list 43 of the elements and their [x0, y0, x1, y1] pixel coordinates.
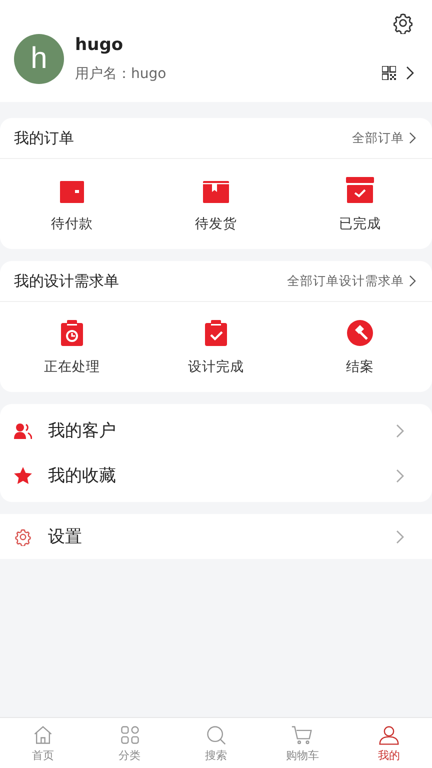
star-icon	[14, 467, 32, 484]
status-label[interactable]: 待付款	[51, 215, 93, 233]
clipboard-check-icon[interactable]	[205, 320, 227, 346]
tab-item[interactable]: 分类	[86, 718, 173, 768]
box-icon[interactable]	[203, 181, 229, 203]
tab-item[interactable]: 搜索	[172, 718, 260, 768]
chevron-right-icon	[409, 132, 416, 144]
menu-item[interactable]: 我的客户	[0, 408, 432, 453]
gavel-icon[interactable]	[347, 320, 373, 346]
status-label[interactable]: 正在处理	[44, 358, 100, 376]
home-icon	[32, 724, 54, 746]
tab-item[interactable]: 首页	[0, 718, 86, 768]
qr-code-icon[interactable]	[382, 66, 396, 80]
clipboard-clock-icon[interactable]	[61, 320, 83, 346]
chevron-right-icon	[396, 468, 404, 482]
chevron-right-icon	[409, 275, 416, 287]
view-all-link[interactable]: 全部订单设计需求单	[287, 272, 416, 290]
search-icon	[205, 724, 228, 746]
tab-item[interactable]: 购物车	[259, 718, 346, 768]
user-name: hugo	[75, 35, 124, 55]
chevron-right-icon[interactable]	[406, 66, 414, 80]
menu-item[interactable]: 我的收藏	[0, 453, 432, 498]
settings-item[interactable]: 设置	[0, 514, 432, 559]
wallet-icon[interactable]	[60, 181, 84, 203]
users-icon	[14, 422, 32, 438]
status-label[interactable]: 设计完成	[188, 358, 244, 376]
status-label[interactable]: 结案	[346, 358, 374, 376]
username-label: 用户名：hugo	[75, 65, 168, 83]
checked-box-icon[interactable]	[346, 177, 374, 203]
settings-icon[interactable]	[392, 12, 414, 34]
tab-item[interactable]: 我的	[346, 718, 432, 768]
status-label[interactable]: 待发货	[195, 215, 237, 233]
cart-icon	[291, 724, 314, 746]
chevron-right-icon	[396, 530, 404, 544]
chevron-right-icon	[396, 424, 404, 438]
avatar: h	[14, 34, 64, 84]
section-title: 我的设计需求单	[14, 272, 119, 290]
status-label[interactable]: 已完成	[339, 215, 381, 233]
grid-icon	[118, 724, 141, 746]
view-all-link[interactable]: 全部订单	[352, 130, 416, 146]
section-title: 我的订单	[14, 128, 74, 148]
person-icon	[378, 724, 400, 746]
gear-icon	[14, 528, 32, 546]
